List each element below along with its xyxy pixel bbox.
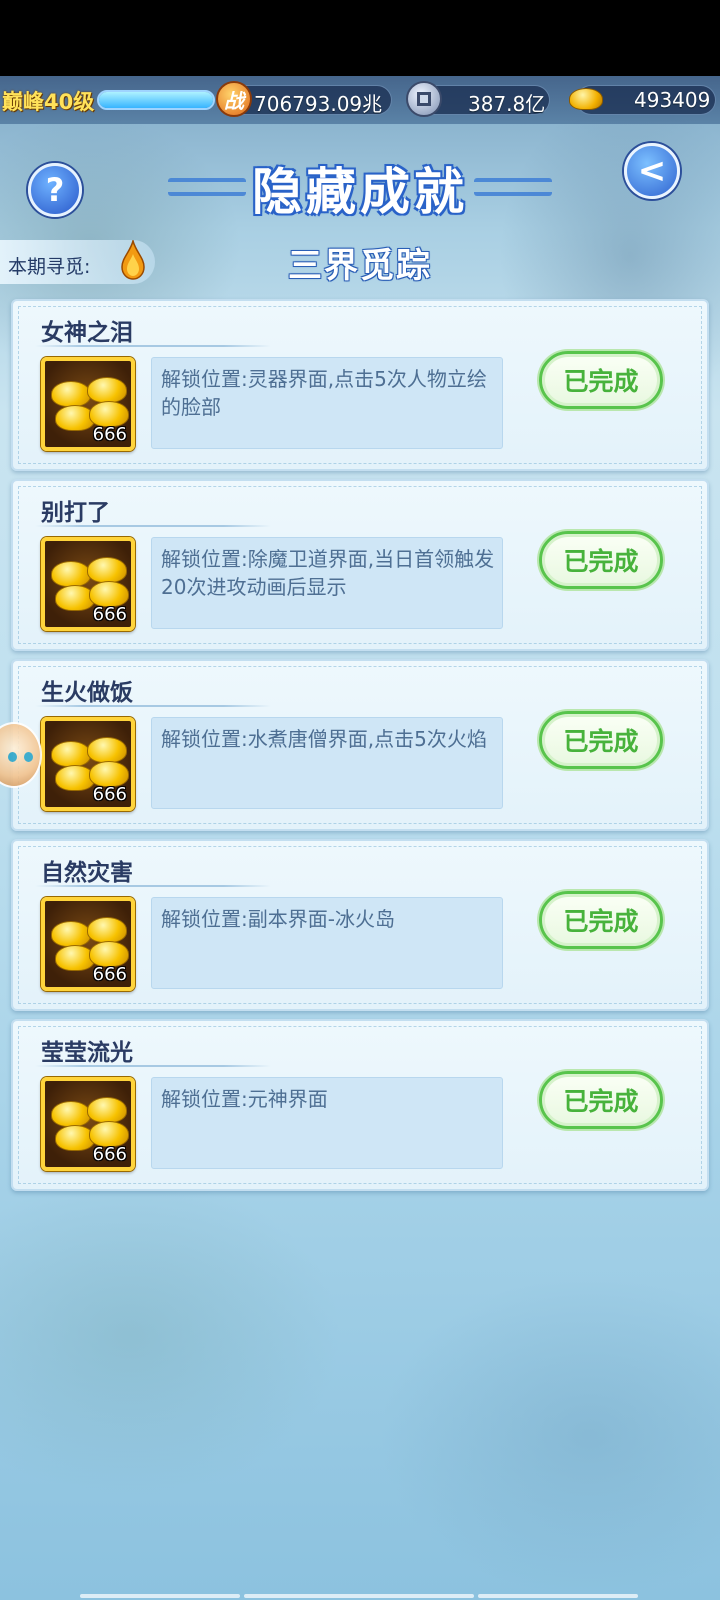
gold-ingot-icon bbox=[87, 917, 127, 943]
reward-count: 666 bbox=[92, 1144, 127, 1165]
silver-coin-icon bbox=[406, 81, 442, 117]
title-underline bbox=[35, 1065, 271, 1067]
completed-label: 已完成 bbox=[563, 727, 639, 756]
combat-power-icon: 战 bbox=[216, 81, 252, 117]
gold-ingot-icon bbox=[51, 381, 91, 407]
achievement-card: 生火做饭 666 解锁位置:水煮唐僧界面,点击5次火焰 已完成 bbox=[11, 659, 709, 831]
completed-button[interactable]: 已完成 bbox=[539, 891, 663, 949]
achievement-description: 解锁位置:副本界面-冰火岛 bbox=[161, 907, 395, 931]
achievement-description: 解锁位置:水煮唐僧界面,点击5次火焰 bbox=[161, 727, 487, 751]
gold-ingot-icon bbox=[51, 1101, 91, 1127]
achievement-title: 自然灾害 bbox=[41, 860, 133, 886]
status-bar bbox=[0, 0, 720, 76]
level-label: 巅峰40级 bbox=[2, 90, 95, 114]
completed-button[interactable]: 已完成 bbox=[539, 1071, 663, 1129]
achievement-card: 莹莹流光 666 解锁位置:元神界面 已完成 bbox=[11, 1019, 709, 1191]
page-title: 隐藏成就 bbox=[252, 162, 468, 221]
gold-ingot-icon bbox=[87, 737, 127, 763]
reward-item[interactable]: 666 bbox=[41, 1077, 135, 1171]
gold-ingot-icon bbox=[87, 377, 127, 403]
reward-item[interactable]: 666 bbox=[41, 537, 135, 631]
achievement-title: 女神之泪 bbox=[41, 320, 133, 346]
completed-label: 已完成 bbox=[563, 547, 639, 576]
achievement-description: 解锁位置:元神界面 bbox=[161, 1087, 328, 1111]
completed-label: 已完成 bbox=[563, 1087, 639, 1116]
reward-count: 666 bbox=[92, 964, 127, 985]
reward-count: 666 bbox=[92, 784, 127, 805]
gold-ingot-icon bbox=[87, 557, 127, 583]
gold-ingot-icon bbox=[51, 921, 91, 947]
completed-button[interactable]: 已完成 bbox=[539, 711, 663, 769]
silver-value: 387.8亿 bbox=[468, 92, 546, 116]
reward-item[interactable]: 666 bbox=[41, 357, 135, 451]
reward-item[interactable]: 666 bbox=[41, 897, 135, 991]
achievement-description: 解锁位置:灵器界面,点击5次人物立绘的脸部 bbox=[161, 367, 487, 419]
reward-item[interactable]: 666 bbox=[41, 717, 135, 811]
nav-hint-bar bbox=[80, 1594, 240, 1598]
reward-count: 666 bbox=[92, 604, 127, 625]
completed-button[interactable]: 已完成 bbox=[539, 531, 663, 589]
title-underline bbox=[35, 885, 271, 887]
back-button[interactable]: < bbox=[624, 143, 680, 199]
gold-value: 493409 bbox=[634, 88, 711, 112]
completed-label: 已完成 bbox=[563, 907, 639, 936]
gold-ingot-icon bbox=[87, 1097, 127, 1123]
achievement-card: 女神之泪 666 解锁位置:灵器界面,点击5次人物立绘的脸部 已完成 bbox=[11, 299, 709, 471]
achievement-description: 解锁位置:除魔卫道界面,当日首领触发20次进攻动画后显示 bbox=[161, 547, 495, 599]
achievement-title: 莹莹流光 bbox=[41, 1040, 133, 1066]
title-underline bbox=[35, 525, 271, 527]
back-arrow-icon: < bbox=[637, 151, 667, 191]
nav-hint-bar bbox=[244, 1594, 474, 1598]
achievement-title: 生火做饭 bbox=[41, 680, 133, 706]
section-subtitle: 三界觅踪 bbox=[288, 246, 432, 286]
xp-bar bbox=[97, 90, 215, 110]
gold-ingot-icon bbox=[568, 81, 604, 117]
gold-ingot-icon bbox=[51, 741, 91, 767]
title-underline bbox=[35, 345, 271, 347]
completed-label: 已完成 bbox=[563, 367, 639, 396]
reward-count: 666 bbox=[92, 424, 127, 445]
gold-ingot-icon bbox=[51, 561, 91, 587]
combat-power-value: 706793.09兆 bbox=[254, 92, 383, 116]
resource-bar: 巅峰40级 战 706793.09兆 387.8亿 493409 bbox=[0, 76, 720, 124]
achievement-title: 别打了 bbox=[41, 500, 110, 526]
achievement-card: 自然灾害 666 解锁位置:副本界面-冰火岛 已完成 bbox=[11, 839, 709, 1011]
nav-hint-bar bbox=[478, 1594, 638, 1598]
title-underline bbox=[35, 705, 271, 707]
completed-button[interactable]: 已完成 bbox=[539, 351, 663, 409]
achievement-card: 别打了 666 解锁位置:除魔卫道界面,当日首领触发20次进攻动画后显示 已完成 bbox=[11, 479, 709, 651]
